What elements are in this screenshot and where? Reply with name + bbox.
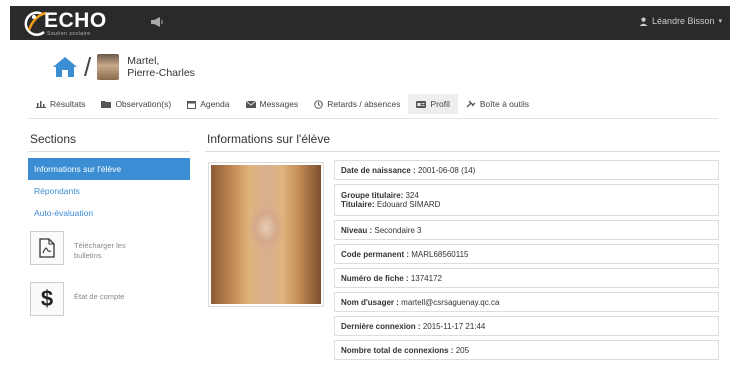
- info-label: Date de naissance :: [341, 165, 416, 175]
- student-first-name: Pierre-Charles: [127, 67, 195, 79]
- download-report-cards-label: Télécharger les bulletins: [74, 241, 126, 260]
- section-item-label: Répondants: [34, 186, 80, 196]
- student-photo-image: [211, 165, 321, 304]
- main-divider: [205, 151, 720, 152]
- tab-agenda[interactable]: Agenda: [179, 94, 237, 114]
- megaphone-icon[interactable]: [150, 16, 164, 28]
- section-item-auto-evaluation[interactable]: Auto-évaluation: [28, 202, 190, 224]
- student-name: Martel, Pierre-Charles: [127, 55, 195, 79]
- calendar-icon: [187, 100, 197, 109]
- folder-icon: [101, 101, 112, 108]
- info-value: 2015-11-17 21:44: [422, 321, 486, 331]
- section-item-label: Auto-évaluation: [34, 208, 94, 218]
- student-tabs: Résultats Observation(s) Agenda Messages…: [28, 94, 537, 114]
- student-avatar: [97, 54, 120, 80]
- bar-chart-icon: [36, 101, 46, 108]
- caret-down-icon: ▾: [718, 18, 722, 25]
- dollar-icon-box: $: [30, 282, 64, 316]
- section-item-informations[interactable]: Informations sur l'élève: [28, 158, 190, 180]
- info-row-file-number: Numéro de fiche : 1374172: [334, 268, 719, 288]
- user-icon: [639, 17, 648, 26]
- info-value: MARL68560115: [411, 249, 469, 259]
- tab-label: Retards / absences: [327, 99, 401, 109]
- download-report-cards-link[interactable]: Télécharger les bulletins: [30, 231, 144, 265]
- info-label: Code permanent :: [341, 249, 410, 259]
- tab-retards-absences[interactable]: Retards / absences: [306, 94, 408, 114]
- student-info-list: Date de naissance : 2001-06-08 (14) Grou…: [334, 160, 719, 364]
- tab-label: Agenda: [200, 99, 230, 109]
- tab-label: Résultats: [50, 99, 86, 109]
- user-menu[interactable]: Léandre Bisson ▾: [639, 16, 722, 26]
- id-card-icon: [416, 100, 427, 108]
- sections-menu: Informations sur l'élève Répondants Auto…: [28, 158, 190, 224]
- top-navbar: ECHO Soutien scolaire Léandre Bisson ▾: [10, 6, 730, 40]
- student-photo: [208, 162, 324, 307]
- info-row-last-login: Dernière connexion : 2015-11-17 21:44: [334, 316, 719, 336]
- info-row-birth-date: Date de naissance : 2001-06-08 (14): [334, 160, 719, 180]
- tab-boite-outils[interactable]: Boîte à outils: [458, 94, 537, 114]
- info-label: Nombre total de connexions :: [341, 345, 454, 355]
- account-statement-label: État de compte: [74, 292, 125, 301]
- info-value: 1374172: [410, 273, 442, 283]
- info-row-permanent-code: Code permanent : MARL68560115: [334, 244, 719, 264]
- tools-icon: [466, 100, 476, 108]
- info-value: Edouard SIMARD: [376, 200, 441, 209]
- tab-label: Boîte à outils: [479, 99, 529, 109]
- sections-divider: [28, 151, 190, 152]
- info-value: Secondaire 3: [374, 225, 422, 235]
- breadcrumb-separator: /: [84, 52, 92, 82]
- info-label: Dernière connexion :: [341, 321, 421, 331]
- info-row-level: Niveau : Secondaire 3: [334, 220, 719, 240]
- info-row-username: Nom d'usager : martell@csrsaguenay.qc.ca: [334, 292, 719, 312]
- info-row-total-logins: Nombre total de connexions : 205: [334, 340, 719, 360]
- student-last-name: Martel,: [127, 55, 160, 67]
- user-name: Léandre Bisson: [651, 16, 715, 26]
- section-item-label: Informations sur l'élève: [34, 164, 122, 174]
- clock-icon: [314, 99, 324, 109]
- pdf-icon-box: [30, 231, 64, 265]
- tab-messages[interactable]: Messages: [238, 94, 307, 114]
- tab-label: Observation(s): [115, 99, 172, 109]
- section-item-repondants[interactable]: Répondants: [28, 180, 190, 202]
- info-label: Titulaire:: [341, 200, 375, 209]
- info-row-group: Groupe titulaire: 324 Titulaire: Edouard…: [334, 184, 719, 216]
- echo-logo[interactable]: ECHO Soutien scolaire: [20, 8, 130, 38]
- info-value: 324: [405, 191, 419, 200]
- tabs-divider: [28, 118, 718, 119]
- tab-resultats[interactable]: Résultats: [28, 94, 93, 114]
- sections-title: Sections: [30, 132, 77, 146]
- logo-text: ECHO: [44, 9, 107, 32]
- dollar-icon: $: [40, 286, 54, 311]
- home-icon[interactable]: [52, 56, 78, 78]
- info-label: Numéro de fiche :: [341, 273, 409, 283]
- logo-subtitle: Soutien scolaire: [47, 31, 91, 37]
- envelope-icon: [245, 100, 256, 108]
- tab-label: Profil: [430, 99, 450, 109]
- info-label: Groupe titulaire:: [341, 191, 404, 200]
- info-label: Niveau :: [341, 225, 373, 235]
- tab-observations[interactable]: Observation(s): [93, 94, 179, 114]
- info-label: Nom d'usager :: [341, 297, 399, 307]
- account-statement-link[interactable]: $ État de compte: [30, 282, 124, 316]
- tab-profil[interactable]: Profil: [408, 94, 458, 114]
- info-value: 2001-06-08 (14): [417, 165, 476, 175]
- main-title: Informations sur l'élève: [207, 132, 331, 146]
- info-value: 205: [455, 345, 470, 355]
- pdf-icon: [39, 238, 55, 258]
- breadcrumb: / Martel, Pierre-Charles: [52, 50, 195, 84]
- tab-label: Messages: [259, 99, 299, 109]
- info-value: martell@csrsaguenay.qc.ca: [401, 297, 500, 307]
